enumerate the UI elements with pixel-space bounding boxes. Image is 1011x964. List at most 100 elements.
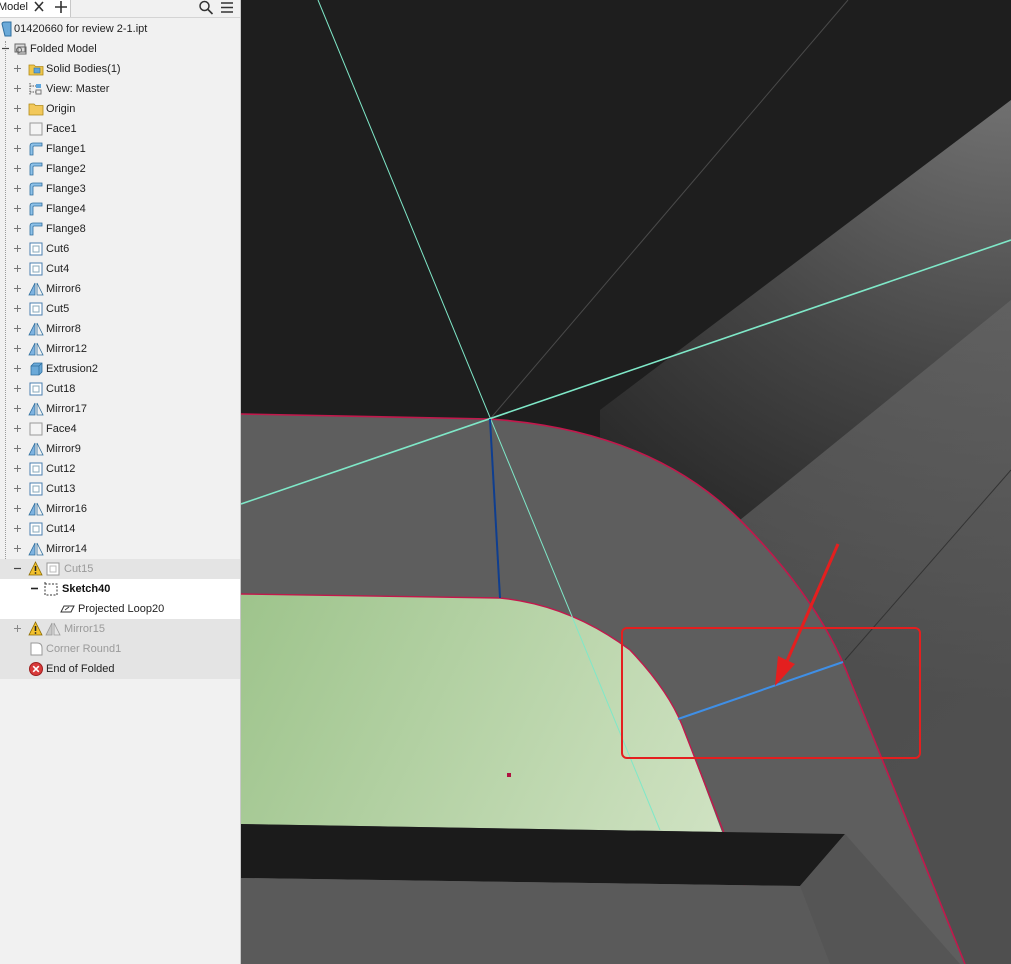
tree-feature-row[interactable]: Flange8 bbox=[0, 219, 240, 239]
expand-icon[interactable] bbox=[13, 404, 22, 413]
expand-icon[interactable] bbox=[13, 464, 22, 473]
tree-feature-row[interactable]: Face4 bbox=[0, 419, 240, 439]
tree-end-of-folded-row[interactable]: End of Folded bbox=[0, 659, 240, 679]
tree-corner-round-row[interactable]: Corner Round1 bbox=[0, 639, 240, 659]
tree-corner-round-label: Corner Round1 bbox=[46, 643, 122, 655]
tree-feature-row[interactable]: Mirror9 bbox=[0, 439, 240, 459]
expand-icon[interactable] bbox=[13, 504, 22, 513]
tree-feature-row[interactable]: Mirror14 bbox=[0, 539, 240, 559]
tree-cut15-label: Cut15 bbox=[64, 563, 94, 575]
expand-icon[interactable] bbox=[13, 624, 22, 633]
tree-feature-row[interactable]: Cut12 bbox=[0, 459, 240, 479]
folder-icon bbox=[28, 103, 44, 116]
mirror-icon bbox=[28, 502, 44, 516]
tree-cut15-row[interactable]: Cut15 bbox=[0, 559, 240, 579]
tree-mirror15-row[interactable]: Mirror15 bbox=[0, 619, 240, 639]
expand-icon[interactable] bbox=[13, 124, 22, 133]
tree-folded-model-row[interactable]: Folded Model bbox=[0, 39, 240, 59]
tree-document-row[interactable]: 01420660 for review 2-1.ipt bbox=[0, 19, 240, 39]
end-of-part-icon bbox=[29, 662, 43, 676]
slot-dark bbox=[241, 824, 845, 886]
expand-icon[interactable] bbox=[13, 544, 22, 553]
tree-feature-row[interactable]: Flange4 bbox=[0, 199, 240, 219]
tree-feature-row[interactable]: Cut14 bbox=[0, 519, 240, 539]
tree-feature-row[interactable]: Flange1 bbox=[0, 139, 240, 159]
expand-icon[interactable] bbox=[13, 344, 22, 353]
warning-icon bbox=[28, 621, 43, 636]
tree-feature-row[interactable]: Flange2 bbox=[0, 159, 240, 179]
expand-icon[interactable] bbox=[13, 524, 22, 533]
view-icon bbox=[29, 83, 42, 95]
tree-feature-row[interactable]: Mirror17 bbox=[0, 399, 240, 419]
tree-feature-row[interactable]: Origin bbox=[0, 99, 240, 119]
tree-folded-model-label: Folded Model bbox=[30, 43, 97, 55]
sketch-point[interactable] bbox=[507, 773, 511, 777]
solid-bodies-folder-icon bbox=[28, 64, 44, 76]
cut-icon bbox=[29, 302, 43, 316]
tree-sketch40-row[interactable]: Sketch40 bbox=[0, 579, 240, 599]
expand-icon[interactable] bbox=[13, 184, 22, 193]
expand-icon[interactable] bbox=[13, 104, 22, 113]
expand-icon[interactable] bbox=[13, 384, 22, 393]
expand-icon[interactable] bbox=[13, 484, 22, 493]
tree-feature-row[interactable]: Cut4 bbox=[0, 259, 240, 279]
tree-feature-row[interactable]: Mirror12 bbox=[0, 339, 240, 359]
mirror-icon bbox=[28, 322, 44, 336]
expand-icon[interactable] bbox=[13, 324, 22, 333]
hamburger-menu-icon[interactable] bbox=[219, 0, 235, 15]
expand-icon[interactable] bbox=[13, 224, 22, 233]
tree-feature-row[interactable]: Mirror6 bbox=[0, 279, 240, 299]
tree-feature-row[interactable]: Cut6 bbox=[0, 239, 240, 259]
expand-icon[interactable] bbox=[13, 64, 22, 73]
search-icon[interactable] bbox=[198, 0, 214, 15]
close-icon[interactable] bbox=[32, 0, 46, 14]
expand-icon[interactable] bbox=[13, 364, 22, 373]
tree-sketch40-label: Sketch40 bbox=[62, 583, 111, 595]
face-icon bbox=[29, 422, 43, 436]
tree-feature-label: Face1 bbox=[46, 123, 77, 135]
tree-feature-row[interactable]: View: Master bbox=[0, 79, 240, 99]
plus-icon[interactable] bbox=[54, 0, 68, 14]
tree-feature-label: Cut13 bbox=[46, 483, 76, 495]
mirror-icon bbox=[28, 442, 44, 456]
expand-icon[interactable] bbox=[13, 84, 22, 93]
expand-icon[interactable] bbox=[13, 144, 22, 153]
flange-icon bbox=[29, 142, 43, 156]
tree-feature-row[interactable]: Solid Bodies(1) bbox=[0, 59, 240, 79]
expand-icon[interactable] bbox=[13, 244, 22, 253]
expand-icon[interactable] bbox=[13, 284, 22, 293]
extrusion-icon bbox=[30, 362, 43, 376]
tree-feature-row[interactable]: Mirror8 bbox=[0, 319, 240, 339]
tree-feature-label: Flange4 bbox=[46, 203, 86, 215]
expand-icon[interactable] bbox=[13, 304, 22, 313]
collapse-icon[interactable] bbox=[1, 44, 10, 53]
tree-projected-loop-row[interactable]: Projected Loop20 bbox=[0, 599, 240, 619]
tree-feature-row[interactable]: Face1 bbox=[0, 119, 240, 139]
tree-feature-row[interactable]: Flange3 bbox=[0, 179, 240, 199]
tree-feature-row[interactable]: Extrusion2 bbox=[0, 359, 240, 379]
tree-feature-label: Mirror6 bbox=[46, 283, 81, 295]
expand-icon[interactable] bbox=[13, 164, 22, 173]
expand-icon[interactable] bbox=[13, 424, 22, 433]
tree-feature-label: Face4 bbox=[46, 423, 77, 435]
flange-icon bbox=[29, 222, 43, 236]
collapse-icon[interactable] bbox=[30, 584, 39, 593]
tree-feature-row[interactable]: Cut5 bbox=[0, 299, 240, 319]
collapse-icon[interactable] bbox=[13, 564, 22, 573]
tree-feature-label: Mirror9 bbox=[46, 443, 81, 455]
tree-document-label: 01420660 for review 2-1.ipt bbox=[14, 23, 148, 35]
graphics-viewport[interactable] bbox=[241, 0, 1011, 964]
expand-icon[interactable] bbox=[13, 444, 22, 453]
tree-feature-label: Flange8 bbox=[46, 223, 86, 235]
mirror-icon bbox=[28, 542, 44, 556]
tree-feature-row[interactable]: Cut13 bbox=[0, 479, 240, 499]
browser-tab-bar: Model bbox=[0, 0, 240, 18]
expand-icon[interactable] bbox=[13, 204, 22, 213]
tab-model-label: Model bbox=[0, 1, 28, 13]
tree-feature-row[interactable]: Mirror16 bbox=[0, 499, 240, 519]
tree-feature-row[interactable]: Cut18 bbox=[0, 379, 240, 399]
expand-icon[interactable] bbox=[13, 264, 22, 273]
mirror-icon bbox=[28, 282, 44, 296]
part-lower-face bbox=[241, 878, 830, 964]
model-3d-view[interactable] bbox=[241, 0, 1011, 964]
